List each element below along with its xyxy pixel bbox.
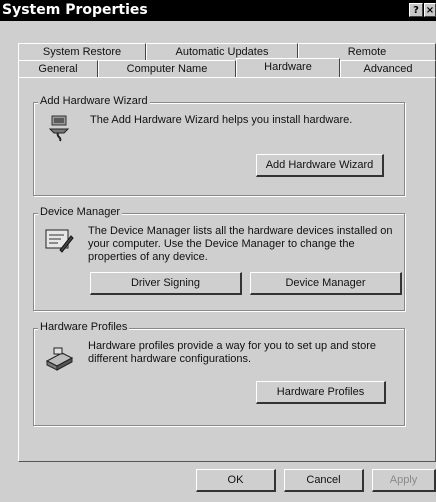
hardware-profiles-icon bbox=[45, 347, 74, 371]
ok-button[interactable]: OK bbox=[196, 469, 276, 492]
hardware-profiles-description: Hardware profiles provide a way for you … bbox=[88, 340, 376, 365]
device-manager-icon bbox=[45, 229, 74, 253]
add-hardware-group: Add Hardware Wizard The Add Hardware Wiz… bbox=[33, 95, 405, 196]
device-manager-group-title: Device Manager bbox=[38, 206, 123, 218]
apply-button[interactable]: Apply bbox=[372, 469, 436, 492]
tab-row-front: General Computer Name Hardware Advanced bbox=[18, 58, 436, 78]
tab-hardware[interactable]: Hardware bbox=[236, 58, 340, 78]
device-manager-button[interactable]: Device Manager bbox=[250, 272, 402, 295]
hardware-profiles-group-title: Hardware Profiles bbox=[38, 321, 130, 333]
tab-system-restore[interactable]: System Restore bbox=[18, 43, 146, 60]
hardware-profiles-group: Hardware Profiles Hardware profiles prov… bbox=[33, 321, 405, 426]
window-title: System Properties bbox=[2, 2, 148, 18]
add-hardware-description: The Add Hardware Wizard helps you instal… bbox=[90, 114, 353, 126]
close-button[interactable]: × bbox=[424, 3, 436, 17]
hardware-tab-panel: Add Hardware Wizard The Add Hardware Wiz… bbox=[18, 77, 436, 462]
device-manager-group: Device Manager The Device Manager lists … bbox=[33, 206, 405, 311]
add-hardware-icon bbox=[48, 115, 70, 142]
tab-general[interactable]: General bbox=[18, 60, 98, 77]
tab-computer-name[interactable]: Computer Name bbox=[98, 60, 236, 77]
tab-advanced[interactable]: Advanced bbox=[340, 60, 436, 77]
device-manager-description: The Device Manager lists all the hardwar… bbox=[88, 225, 393, 263]
add-hardware-group-title: Add Hardware Wizard bbox=[38, 95, 150, 107]
tab-row-back: System Restore Automatic Updates Remote bbox=[18, 43, 436, 60]
add-hardware-wizard-button[interactable]: Add Hardware Wizard bbox=[256, 154, 384, 177]
title-bar[interactable]: System Properties ? × bbox=[0, 0, 436, 21]
hardware-profiles-button[interactable]: Hardware Profiles bbox=[256, 381, 386, 404]
help-button[interactable]: ? bbox=[409, 3, 423, 17]
driver-signing-button[interactable]: Driver Signing bbox=[90, 272, 242, 295]
cancel-button[interactable]: Cancel bbox=[284, 469, 364, 492]
dialog-body: System Restore Automatic Updates Remote … bbox=[0, 21, 436, 502]
